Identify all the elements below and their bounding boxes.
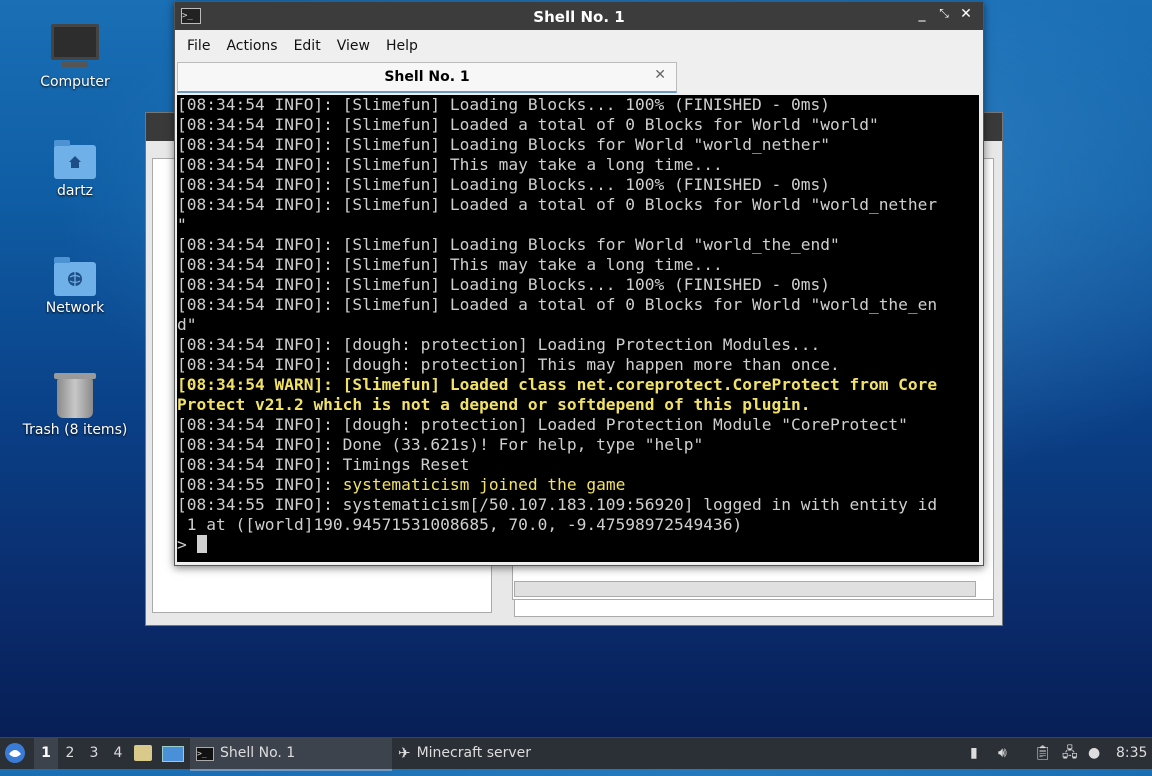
task-shell[interactable]: >_ Shell No. 1 (190, 738, 392, 771)
console-line: [08:34:54 INFO]: [dough: protection] Loa… (177, 335, 821, 354)
console-line: [08:34:54 INFO]: [Slimefun] This may tak… (177, 155, 723, 174)
minimize-icon[interactable]: _ (913, 6, 931, 22)
console-line: [08:34:54 INFO]: Timings Reset (177, 455, 470, 474)
task-label: Shell No. 1 (220, 745, 296, 761)
console-line: [08:34:54 WARN]: [Slimefun] Loaded class… (177, 375, 938, 394)
tab-bar: Shell No. 1 ✕ (175, 62, 983, 93)
terminal-console[interactable]: [08:34:54 INFO]: [Slimefun] Loading Bloc… (177, 95, 979, 562)
console-line: [08:34:55 INFO]: systematicism joined th… (177, 475, 626, 494)
notification-icon[interactable]: ● (1088, 738, 1108, 769)
console-line: [08:34:54 INFO]: [Slimefun] Loaded a tot… (177, 115, 879, 134)
console-line: [08:34:54 INFO]: [Slimefun] Loading Bloc… (177, 175, 830, 194)
menu-edit[interactable]: Edit (286, 38, 329, 54)
console-line: Protect v21.2 which is not a depend or s… (177, 395, 811, 414)
console-line: [08:34:54 INFO]: Done (33.621s)! For hel… (177, 435, 704, 454)
desktop-icon-label: dartz (56, 183, 94, 199)
desktop-icon-label: Computer (40, 74, 110, 90)
console-line: [08:34:54 INFO]: [Slimefun] Loading Bloc… (177, 235, 840, 254)
workspace-1[interactable]: 1 (34, 738, 58, 769)
menu-bar: File Actions Edit View Help (175, 30, 983, 62)
keyboard-indicator-icon[interactable]: ▮ (970, 738, 990, 769)
volume-icon[interactable]: 🔊︎ (998, 738, 1020, 769)
console-line: d" (177, 315, 197, 334)
task-label: Minecraft server (416, 745, 532, 761)
start-menu-button[interactable] (4, 738, 30, 769)
console-line: " (177, 215, 187, 234)
show-desktop-icon (162, 746, 184, 762)
maximize-icon[interactable]: ⤡ (935, 6, 953, 21)
horizontal-scrollbar[interactable] (514, 581, 976, 597)
tab-shell-1[interactable]: Shell No. 1 ✕ (177, 62, 677, 93)
terminal-window[interactable]: >_ Shell No. 1 _ ⤡ ✕ File Actions Edit V… (174, 1, 984, 566)
task-minecraft-server[interactable]: ✈ Minecraft server (392, 738, 598, 769)
console-line: [08:34:54 INFO]: [Slimefun] Loading Bloc… (177, 95, 830, 114)
console-line: [08:34:54 INFO]: [Slimefun] This may tak… (177, 255, 723, 274)
console-line: [08:34:54 INFO]: [dough: protection] Loa… (177, 415, 908, 434)
console-line: [08:34:54 INFO]: [Slimefun] Loaded a tot… (177, 295, 938, 314)
desktop-icon-home[interactable]: dartz (20, 140, 130, 199)
desktop-icon-label: Trash (8 items) (22, 422, 128, 438)
desktop-icon-label: Network (45, 300, 105, 316)
desktop-icon-trash[interactable]: Trash (8 items) (20, 373, 130, 438)
console-line: [08:34:54 INFO]: [dough: protection] Thi… (177, 355, 840, 374)
terminal-task-icon: >_ (196, 746, 214, 761)
console-line: [08:34:54 INFO]: [Slimefun] Loading Bloc… (177, 135, 830, 154)
terminal-titlebar[interactable]: >_ Shell No. 1 _ ⤡ ✕ (175, 2, 983, 30)
start-menu-icon (5, 743, 25, 763)
desktop-icon-network[interactable]: Network (20, 257, 130, 316)
console-line: [08:34:54 INFO]: [Slimefun] Loaded a tot… (177, 195, 938, 214)
console-line: [08:34:54 INFO]: [Slimefun] Loading Bloc… (177, 275, 830, 294)
workspace-2[interactable]: 2 (58, 738, 82, 769)
network-status-icon[interactable]: 🖧︎ (1062, 738, 1084, 769)
tab-close-icon[interactable]: ✕ (654, 67, 666, 83)
clipboard-icon[interactable]: 📋︎ (1034, 738, 1054, 769)
clock[interactable]: 8:35 (1116, 738, 1150, 769)
menu-actions[interactable]: Actions (218, 38, 285, 54)
file-manager-launcher[interactable] (134, 738, 156, 769)
menu-view[interactable]: View (329, 38, 378, 54)
window-title: Shell No. 1 (533, 8, 625, 26)
computer-icon (51, 24, 99, 67)
home-folder-icon (54, 140, 96, 179)
taskbar: 1 2 3 4 >_ Shell No. 1 ✈ Minecraft serve… (0, 737, 1152, 771)
text-cursor (196, 535, 207, 553)
console-prompt[interactable]: > (177, 535, 979, 555)
minecraft-task-icon: ✈ (398, 744, 411, 762)
show-desktop-button[interactable] (162, 738, 186, 769)
workspace-3[interactable]: 3 (82, 738, 106, 769)
workspace-4[interactable]: 4 (106, 738, 130, 769)
trash-icon (54, 373, 96, 418)
file-manager-icon (134, 745, 152, 761)
network-folder-icon (54, 257, 96, 296)
console-line: [08:34:55 INFO]: systematicism[/50.107.1… (177, 495, 938, 514)
console-line: 1 at ([world]190.94571531008685, 70.0, -… (177, 515, 743, 534)
desktop-icon-computer[interactable]: Computer (20, 24, 130, 90)
tab-label: Shell No. 1 (384, 69, 470, 85)
menu-file[interactable]: File (179, 38, 218, 54)
menu-help[interactable]: Help (378, 38, 426, 54)
command-input[interactable] (514, 599, 994, 617)
close-icon[interactable]: ✕ (957, 6, 975, 22)
